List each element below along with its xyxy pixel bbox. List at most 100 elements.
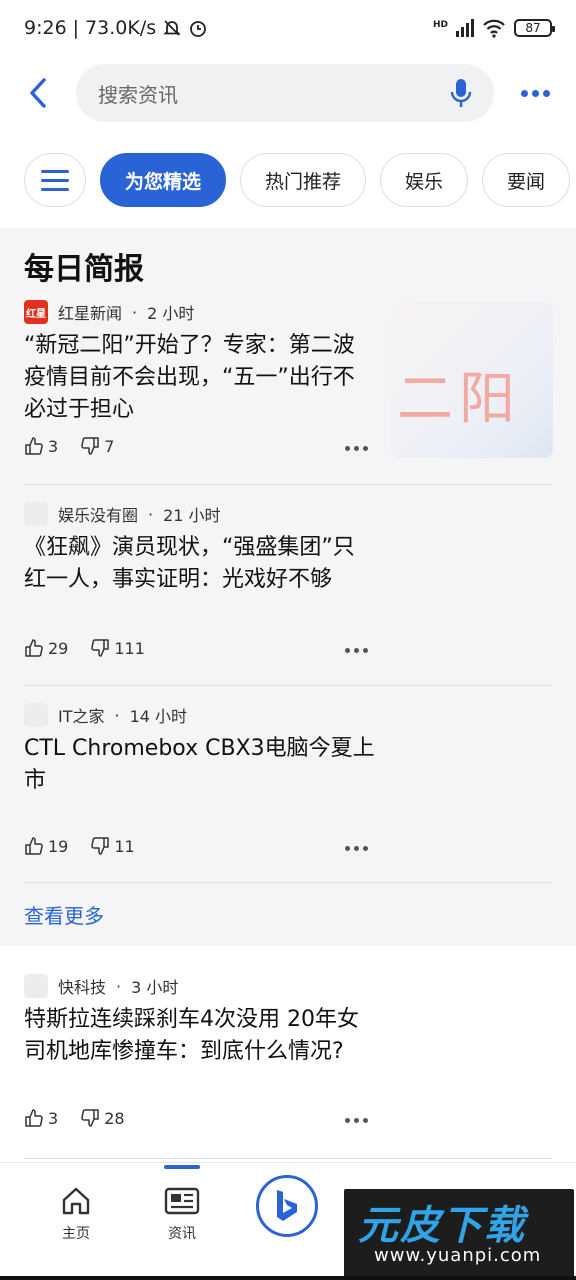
divider <box>24 1158 552 1159</box>
search-header: 搜索资讯 <box>0 56 576 130</box>
status-left: 9:26 | 73.0K/s <box>24 17 208 39</box>
bing-chat-button[interactable] <box>256 1175 318 1237</box>
more-dot <box>363 446 368 451</box>
divider <box>24 484 552 485</box>
thumbnail-text: 二阳 <box>397 367 521 432</box>
more-options-button[interactable] <box>494 56 576 130</box>
bottom-navigation: 主页 资讯 元皮下载 www.yuanpi.com <box>0 1162 576 1280</box>
dislike-count: 111 <box>114 638 145 658</box>
item-more-button[interactable] <box>345 446 368 451</box>
thumbs-down-icon <box>81 437 99 455</box>
dislike-button[interactable]: 111 <box>90 638 145 658</box>
alarm-icon <box>190 21 207 37</box>
status-bar: 9:26 | 73.0K/s HD 87 <box>0 0 576 56</box>
more-dot <box>345 648 350 653</box>
network-type-label: HD <box>432 20 448 30</box>
news-thumbnail[interactable]: 二阳 <box>391 302 553 458</box>
tab-headlines[interactable]: 要闻 <box>482 153 571 207</box>
news-card[interactable]: 快科技 · 3 小时 特斯拉连续踩刹车4次没用 20年女司机地库惨撞车：到底什么… <box>24 974 552 1154</box>
thumbs-up-icon <box>25 837 43 855</box>
battery-icon: 87 <box>514 19 555 37</box>
item-more-button[interactable] <box>345 1118 368 1123</box>
separator-dot: · <box>132 302 138 322</box>
thumbs-down-icon <box>91 837 110 855</box>
source-logo <box>24 703 48 727</box>
nav-home-label: 主页 <box>62 1226 90 1242</box>
thumbs-up-icon <box>25 639 43 657</box>
news-headline[interactable]: 特斯拉连续踩刹车4次没用 20年女司机地库惨撞车：到底什么情况? <box>24 1004 374 1068</box>
like-count: 29 <box>48 638 69 658</box>
dislike-button[interactable]: 11 <box>90 836 135 856</box>
more-dot <box>520 89 528 97</box>
like-count: 3 <box>48 1108 59 1128</box>
source-name: IT之家 <box>58 707 105 726</box>
dislike-button[interactable]: 7 <box>80 436 114 456</box>
daily-brief-section: 每日简报 红星 红星新闻 · 2 小时 “新冠二阳”开始了？专家：第二波疫情目前… <box>0 228 576 946</box>
search-input[interactable]: 搜索资讯 <box>76 64 494 122</box>
active-tab-indicator <box>164 1165 200 1169</box>
category-tabs: 为您精选 热门推荐 娱乐 要闻 <box>0 140 576 220</box>
status-separator: | <box>72 17 80 39</box>
news-headline[interactable]: “新冠二阳”开始了？专家：第二波疫情目前不会出现，“五一”出行不必过于担心 <box>24 330 364 426</box>
tab-for-you[interactable]: 为您精选 <box>100 153 227 207</box>
nav-news-label: 资讯 <box>168 1226 196 1242</box>
status-speed: 73.0K/s <box>85 17 157 39</box>
nav-home[interactable]: 主页 <box>36 1185 116 1243</box>
like-button[interactable]: 29 <box>24 638 68 658</box>
nav-news[interactable]: 资讯 <box>142 1185 222 1243</box>
mute-bell-icon <box>163 20 181 36</box>
newspaper-icon <box>164 1187 200 1215</box>
publish-time: 2 小时 <box>147 304 195 323</box>
signal-icon <box>456 19 474 37</box>
thumbs-up-icon <box>25 437 43 455</box>
back-button[interactable] <box>0 56 76 130</box>
tab-entertainment[interactable]: 娱乐 <box>380 153 469 207</box>
category-menu-button[interactable] <box>24 153 86 207</box>
separator-dot: · <box>114 705 120 725</box>
source-logo <box>24 974 48 998</box>
wifi-icon <box>483 19 505 38</box>
more-dot <box>363 1118 368 1123</box>
publish-time: 3 小时 <box>131 978 179 997</box>
like-count: 19 <box>48 836 69 856</box>
more-dot <box>363 648 368 653</box>
microphone-icon[interactable] <box>450 77 472 109</box>
like-button[interactable]: 19 <box>24 836 68 856</box>
news-source: IT之家 · 14 小时 <box>24 703 552 727</box>
dislike-button[interactable]: 28 <box>80 1108 125 1128</box>
more-dot <box>542 89 550 97</box>
separator-dot: · <box>116 976 122 996</box>
more-dot <box>354 648 359 653</box>
divider <box>24 685 552 686</box>
news-card[interactable]: IT之家 · 14 小时 CTL Chromebox CBX3电脑今夏上市 19… <box>24 703 552 883</box>
news-source: 快科技 · 3 小时 <box>24 974 552 998</box>
bing-icon <box>277 1190 297 1221</box>
like-button[interactable]: 3 <box>24 1108 58 1128</box>
watermark-brand: 元皮下载 <box>358 1203 526 1249</box>
watermark-url: www.yuanpi.com <box>374 1245 542 1266</box>
item-more-button[interactable] <box>345 846 368 851</box>
separator-dot: · <box>148 504 154 524</box>
like-button[interactable]: 3 <box>24 436 58 456</box>
item-more-button[interactable] <box>345 648 368 653</box>
news-actions: 3 28 <box>24 1108 370 1128</box>
news-headline[interactable]: CTL Chromebox CBX3电脑今夏上市 <box>24 733 384 797</box>
source-name: 快科技 <box>58 978 107 997</box>
more-dot <box>354 846 359 851</box>
more-dot <box>345 1118 350 1123</box>
thumbs-up-icon <box>25 1109 43 1127</box>
more-dot <box>354 1118 359 1123</box>
dislike-count: 11 <box>114 836 135 856</box>
publish-time: 14 小时 <box>129 707 188 726</box>
home-icon <box>62 1187 90 1215</box>
tab-hot[interactable]: 热门推荐 <box>240 153 367 207</box>
dislike-count: 7 <box>104 436 115 456</box>
section-title: 每日简报 <box>24 252 144 287</box>
news-headline[interactable]: 《狂飙》演员现状，“强盛集团”只红一人，事实证明：光戏好不够 <box>24 532 370 596</box>
menu-line <box>41 169 69 173</box>
battery-level: 87 <box>525 21 541 35</box>
news-source: 娱乐没有圈 · 21 小时 <box>24 502 552 526</box>
news-card[interactable]: 娱乐没有圈 · 21 小时 《狂飙》演员现状，“强盛集团”只红一人，事实证明：光… <box>24 502 552 682</box>
watermark-logo: 元皮下载 www.yuanpi.com <box>344 1189 574 1279</box>
see-more-link[interactable]: 查看更多 <box>24 900 104 929</box>
